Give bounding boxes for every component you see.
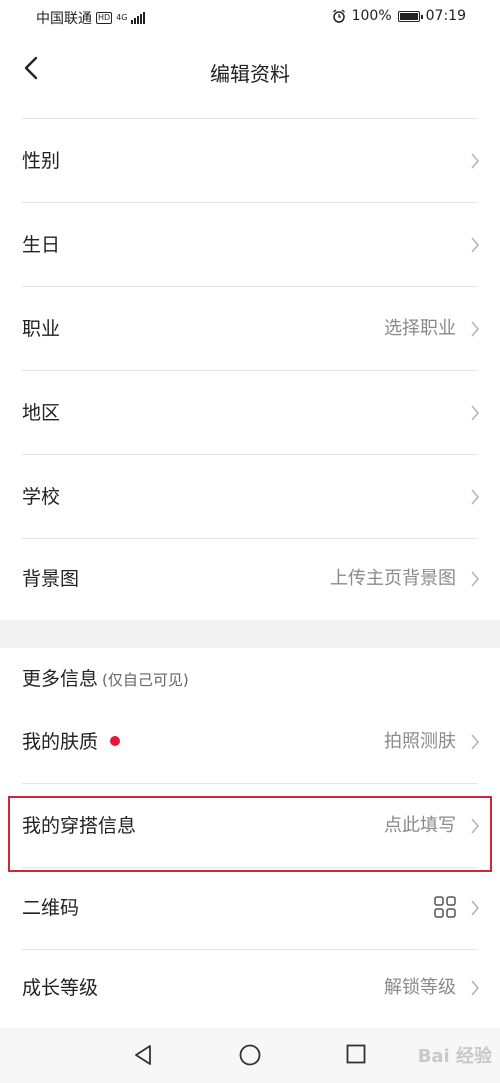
highlight-box xyxy=(8,796,492,872)
row-value: 解锁等级 xyxy=(384,977,456,998)
alarm-icon xyxy=(332,9,345,23)
row-label: 背景图 xyxy=(22,568,80,590)
network-type: 4G xyxy=(116,13,128,22)
qr-grid-icon xyxy=(434,896,456,918)
clock: 07:19 xyxy=(425,8,466,24)
row-background-image[interactable]: 背景图 上传主页背景图 xyxy=(0,537,500,621)
status-left: 中国联通 HD 4G xyxy=(36,8,146,28)
row-value: 选择职业 xyxy=(384,318,456,339)
status-right: 100% 07:19 xyxy=(332,8,466,24)
row-school[interactable]: 学校 xyxy=(0,455,500,539)
section-separator xyxy=(0,620,500,648)
row-gender[interactable]: 性别 xyxy=(0,119,500,203)
battery-icon xyxy=(397,10,423,22)
nav-home-icon[interactable] xyxy=(239,1044,261,1066)
chevron-right-icon xyxy=(471,321,480,337)
row-region[interactable]: 地区 xyxy=(0,371,500,455)
row-value: 拍照测肤 xyxy=(384,731,456,752)
section-title-text: 更多信息 xyxy=(22,668,99,690)
row-occupation[interactable]: 职业 选择职业 xyxy=(0,287,500,371)
chevron-right-icon xyxy=(471,900,480,916)
watermark-text: Bai 经验 xyxy=(417,1046,492,1067)
row-label: 生日 xyxy=(22,234,61,256)
chevron-right-icon xyxy=(471,405,480,421)
nav-back-icon[interactable] xyxy=(132,1044,154,1066)
chevron-right-icon xyxy=(471,489,480,505)
row-label: 职业 xyxy=(22,318,61,340)
notification-dot xyxy=(110,735,121,746)
chevron-right-icon xyxy=(471,980,480,996)
section-subtitle: (仅自己可见) xyxy=(102,671,189,689)
system-nav-bar: Bai 经验 xyxy=(0,1028,500,1083)
battery-percent: 100% xyxy=(351,8,392,24)
more-info-heading: 更多信息 (仅自己可见) xyxy=(22,664,189,691)
status-bar: 中国联通 HD 4G 100% 07:19 xyxy=(0,0,500,36)
row-label-wrap: 我的肤质 xyxy=(22,700,121,784)
chevron-right-icon xyxy=(471,734,480,750)
row-value: 上传主页背景图 xyxy=(330,568,456,589)
chevron-right-icon xyxy=(471,237,480,253)
hd-badge: HD xyxy=(96,12,113,24)
row-label: 地区 xyxy=(22,402,61,424)
page-title: 编辑资料 xyxy=(210,62,290,86)
row-skin-type[interactable]: 我的肤质 拍照测肤 xyxy=(0,700,500,784)
row-birthday[interactable]: 生日 xyxy=(0,203,500,287)
row-label: 成长等级 xyxy=(22,977,99,999)
chevron-right-icon xyxy=(471,571,480,587)
row-label: 学校 xyxy=(22,486,61,508)
app-header: 编辑资料 xyxy=(0,36,500,116)
row-qr-code[interactable]: 二维码 xyxy=(0,866,500,950)
row-label: 性别 xyxy=(22,150,61,172)
row-label: 二维码 xyxy=(22,897,80,919)
carrier-name: 中国联通 xyxy=(36,11,92,27)
chevron-right-icon xyxy=(471,153,480,169)
row-growth-level[interactable]: 成长等级 解锁等级 xyxy=(0,946,500,1030)
signal-icon xyxy=(131,12,146,24)
nav-recent-icon[interactable] xyxy=(346,1044,366,1064)
row-label: 我的肤质 xyxy=(22,731,99,753)
